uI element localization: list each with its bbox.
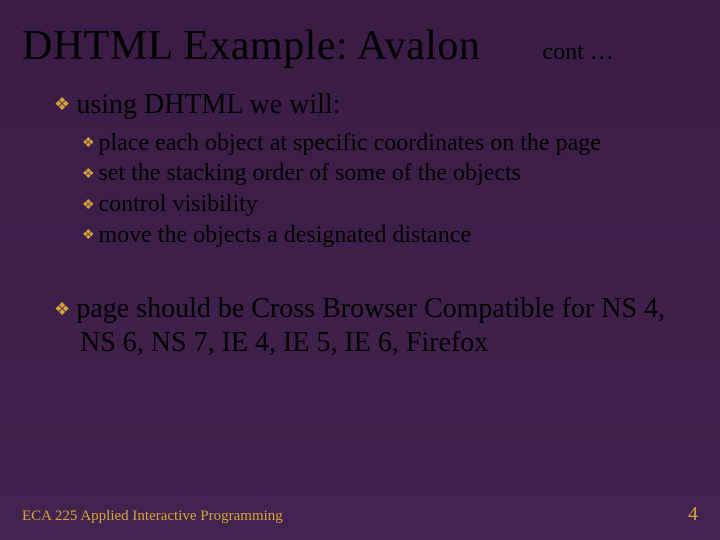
footer-course: ECA 225 Applied Interactive Programming xyxy=(22,508,283,525)
footer-page-number: 4 xyxy=(688,503,698,526)
bullet-level1: ❖ page should be Cross Browser Compatible… xyxy=(54,292,680,359)
slide-title: DHTML Example: Avalon xyxy=(22,22,480,70)
bullet-rest: the stacking order of some of the object… xyxy=(125,160,521,186)
diamond-bullet-icon: ❖ xyxy=(54,299,70,319)
title-row: DHTML Example: Avalon cont … xyxy=(0,0,720,70)
bullet-level2: ❖ place each object at specific coordinat… xyxy=(82,128,680,159)
bullet-rest: each object at specific coordinates on t… xyxy=(149,130,601,156)
bullet-level2: ❖ move the objects a designated distance xyxy=(82,220,680,251)
bullet-lead: place xyxy=(98,130,149,156)
diamond-bullet-icon: ❖ xyxy=(54,94,70,114)
diamond-bullet-icon: ❖ xyxy=(82,136,94,151)
bullet-rest: DHTML we will: xyxy=(137,89,341,120)
slide-footer: ECA 225 Applied Interactive Programming … xyxy=(22,503,698,526)
bullet-lead: page xyxy=(76,293,129,324)
slide-body: ❖ using DHTML we will: ❖ place each object… xyxy=(0,70,720,360)
diamond-bullet-icon: ❖ xyxy=(82,167,94,182)
slide-continued: cont … xyxy=(542,39,613,66)
bullet-lead: using xyxy=(76,89,137,120)
diamond-bullet-icon: ❖ xyxy=(82,228,94,243)
bullet-rest: should be Cross Browser Compatible for N… xyxy=(80,293,665,358)
sub-bullet-group: ❖ place each object at specific coordinat… xyxy=(54,128,680,251)
bullet-level2: ❖ control visibility xyxy=(82,189,680,220)
bullet-level1: ❖ using DHTML we will: xyxy=(54,88,680,122)
bullet-rest: the objects a designated distance xyxy=(152,222,471,248)
bullet-lead: move xyxy=(98,222,151,248)
bullet-rest: visibility xyxy=(166,191,257,217)
bullet-lead: set xyxy=(98,160,125,186)
bullet-level2: ❖ set the stacking order of some of the o… xyxy=(82,158,680,189)
diamond-bullet-icon: ❖ xyxy=(82,198,94,213)
bullet-lead: control xyxy=(98,191,166,217)
